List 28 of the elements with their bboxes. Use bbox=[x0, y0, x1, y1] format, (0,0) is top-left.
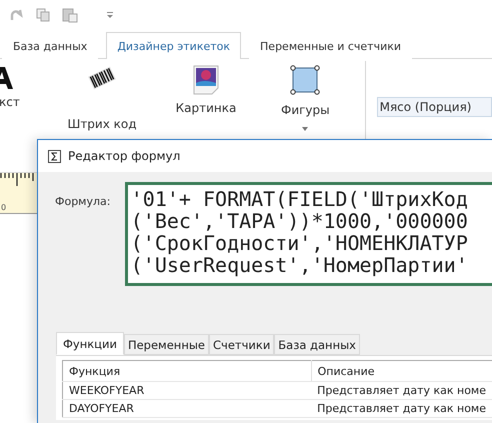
dialog-tab[interactable]: Переменные bbox=[124, 334, 209, 355]
formula-label: Формула: bbox=[55, 195, 112, 210]
column-header[interactable]: Функция bbox=[62, 360, 312, 382]
formula-field[interactable]: '01'+ FORMAT(FIELD('ШтрихКод ('Вес','ТАРА'))*1000,'000000 ('СрокГодности','НОМЕНКЛАТУР ('UserRequest','НомерПартии' bbox=[124, 182, 492, 286]
dropdown-caret-icon[interactable] bbox=[302, 127, 308, 131]
picture-icon bbox=[193, 65, 219, 95]
paste-icon[interactable] bbox=[62, 7, 78, 23]
table-cell: Представляет дату как номе bbox=[311, 382, 492, 400]
dialog-tab[interactable]: Счетчики bbox=[209, 334, 274, 355]
dialog-title: Редактор формул bbox=[68, 149, 180, 163]
ribbon-tab[interactable]: Дизайнер этикеток bbox=[106, 32, 242, 59]
tool-label[interactable]: кст bbox=[0, 95, 20, 109]
tool-label[interactable]: Картинка bbox=[176, 101, 236, 115]
tool-label[interactable]: Фигуры bbox=[280, 103, 330, 117]
column-header[interactable]: Описание bbox=[311, 360, 492, 382]
table-cell: DAYOFYEAR bbox=[62, 400, 312, 418]
shapes-icon bbox=[290, 65, 320, 95]
dialog-tab[interactable]: Функции bbox=[56, 332, 124, 355]
dialog-tab[interactable]: База данных bbox=[274, 334, 360, 355]
redo-icon[interactable] bbox=[10, 8, 24, 22]
customize-menu-icon[interactable] bbox=[106, 11, 114, 19]
copy-icon[interactable] bbox=[36, 8, 50, 22]
tool-label[interactable]: Штрих код bbox=[67, 117, 137, 131]
label-combo-box[interactable]: Мясо (Порция) bbox=[376, 97, 492, 117]
sigma-icon bbox=[48, 150, 61, 162]
table-cell: WEEKOFYEAR bbox=[62, 382, 312, 400]
table-cell: Представляет дату как номе bbox=[311, 400, 492, 418]
ruler-label: 0 bbox=[1, 203, 6, 212]
